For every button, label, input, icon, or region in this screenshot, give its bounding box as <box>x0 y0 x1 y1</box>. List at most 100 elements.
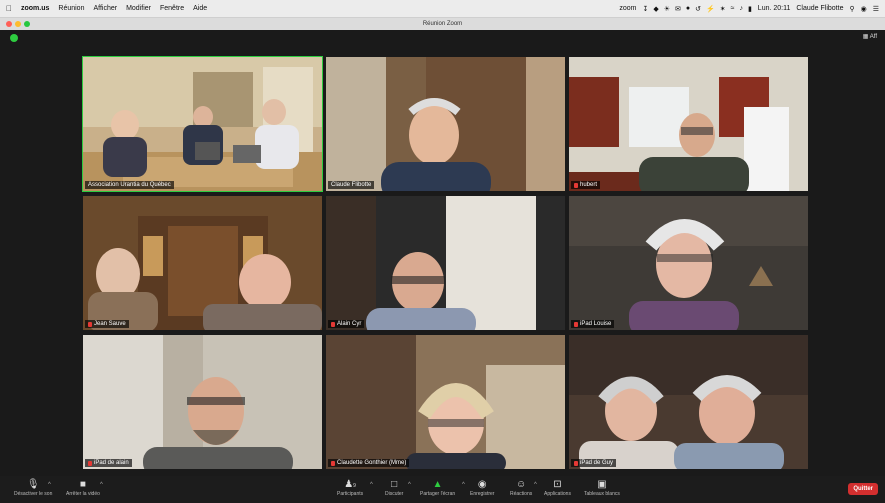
bolt-icon[interactable]: ⚡ <box>706 5 715 13</box>
mute-options-chevron-icon[interactable]: ^ <box>48 482 51 488</box>
chat-button[interactable]: □ Discuter <box>385 479 403 497</box>
security-shield-icon[interactable] <box>10 34 18 42</box>
participant-name: Alain Cyr <box>337 321 362 327</box>
share-screen-button[interactable]: ▲ Partager l'écran <box>420 479 455 497</box>
reactions-options-chevron-icon[interactable]: ^ <box>534 482 537 488</box>
muted-mic-icon <box>88 321 92 327</box>
record-icon: ◉ <box>477 479 487 490</box>
window-title: Réunion Zoom <box>422 21 463 27</box>
history-icon[interactable]: ↺ <box>695 5 701 13</box>
video-feed <box>326 196 565 330</box>
video-feed <box>326 335 565 469</box>
participants-count: 9 <box>353 483 356 489</box>
video-tile[interactable]: iPad de Guy <box>569 335 808 469</box>
record-label: Enregistrer <box>470 491 495 497</box>
menu-bar:  zoom.us Réunion Afficher Modifier Fenê… <box>0 0 885 18</box>
video-tile[interactable]: hubert <box>569 57 808 191</box>
video-feed <box>326 57 565 191</box>
participant-name: iPad de Guy <box>580 460 614 466</box>
participant-name: iPad de alain <box>94 460 129 466</box>
video-feed <box>569 335 808 469</box>
participant-name-tag: Association Urantia du Québec <box>85 181 174 189</box>
chat-options-chevron-icon[interactable]: ^ <box>408 482 411 488</box>
menu-user[interactable]: Claude Flibotte <box>796 5 843 12</box>
menu-item-fenetre[interactable]: Fenêtre <box>160 5 184 12</box>
participant-name-tag: Claudette Gonthier (Mme) <box>328 459 410 467</box>
video-tile[interactable]: Alain Cyr <box>326 196 565 330</box>
record-button[interactable]: ◉ Enregistrer <box>470 479 494 497</box>
bluetooth-icon[interactable]: ✶ <box>720 5 726 13</box>
muted-mic-icon <box>88 460 92 466</box>
muted-mic-icon <box>574 182 578 188</box>
apps-button[interactable]: ⊡ Applications <box>544 479 571 497</box>
participants-options-chevron-icon[interactable]: ^ <box>370 482 373 488</box>
menu-clock[interactable]: Lun. 20:11 <box>758 5 791 12</box>
mail-icon[interactable]: ✉ <box>675 5 681 13</box>
video-feed <box>83 196 322 330</box>
stop-video-button[interactable]: ■ Arrêter la vidéo <box>66 479 100 497</box>
menu-app-name[interactable]: zoom.us <box>21 5 49 12</box>
video-tile[interactable]: iPad Louise <box>569 196 808 330</box>
muted-mic-icon <box>331 321 335 327</box>
video-label: Arrêter la vidéo <box>66 491 100 497</box>
muted-mic-icon <box>331 460 335 466</box>
menu-item-modifier[interactable]: Modifier <box>126 5 151 12</box>
apps-label: Applications <box>544 491 571 497</box>
video-options-chevron-icon[interactable]: ^ <box>100 482 103 488</box>
whiteboard-icon: ▣ <box>597 479 607 490</box>
window-title-bar: Réunion Zoom <box>0 18 885 30</box>
video-tile[interactable]: Jean Sauve <box>83 196 322 330</box>
battery-icon[interactable]: ▮ <box>748 5 752 13</box>
menu-item-aide[interactable]: Aide <box>193 5 207 12</box>
volume-icon[interactable]: ♪ <box>739 5 743 13</box>
reactions-label: Réactions <box>510 491 533 497</box>
microphone-icon: 🎙 <box>26 479 40 490</box>
share-options-chevron-icon[interactable]: ^ <box>462 482 465 488</box>
video-feed <box>83 57 322 191</box>
status-zoom-label[interactable]: zoom <box>619 5 636 12</box>
control-center-icon[interactable]: ☰ <box>873 5 879 13</box>
menu-item-afficher[interactable]: Afficher <box>93 5 117 12</box>
dropbox-icon[interactable]: ◆ <box>653 5 658 13</box>
siri-icon[interactable]: ◉ <box>861 5 867 13</box>
whiteboards-button[interactable]: ▣ Tableaux blancs <box>584 479 620 497</box>
menu-item-reunion[interactable]: Réunion <box>58 5 84 12</box>
video-tile[interactable]: Claude Flibotte <box>326 57 565 191</box>
participant-name: Jean Sauve <box>94 321 126 327</box>
minimize-window-button[interactable] <box>15 21 21 27</box>
mute-button[interactable]: 🎙 Désactiver le son <box>14 479 52 497</box>
participant-name: hubert <box>580 182 598 188</box>
view-toggle-button[interactable]: ▦ Aff <box>863 33 877 40</box>
view-label: Aff <box>869 34 877 40</box>
participant-name: Claudette Gonthier (Mme) <box>337 460 407 466</box>
spotlight-search-icon[interactable]: ⚲ <box>849 5 854 13</box>
video-tile[interactable]: Claudette Gonthier (Mme) <box>326 335 565 469</box>
sun-icon[interactable]: ☀ <box>664 5 670 13</box>
download-icon[interactable]: ↧ <box>642 5 648 13</box>
video-feed <box>83 335 322 469</box>
participant-name-tag: iPad de Guy <box>571 459 617 467</box>
fullscreen-window-button[interactable] <box>24 21 30 27</box>
chat-icon: □ <box>391 479 398 490</box>
close-window-button[interactable] <box>6 21 12 27</box>
whiteboard-label: Tableaux blancs <box>584 491 620 497</box>
video-feed <box>569 57 808 191</box>
video-tile[interactable]: Association Urantia du Québec <box>82 56 323 192</box>
quit-button[interactable]: Quitter <box>848 483 878 495</box>
wifi-icon[interactable]: ≈ <box>731 5 735 13</box>
participant-name: iPad Louise <box>580 321 612 327</box>
participant-name: Claude Flibotte <box>331 182 372 188</box>
participants-button[interactable]: ♟9 Participants <box>337 479 363 497</box>
mute-label: Désactiver le son <box>14 491 53 497</box>
participant-name-tag: hubert <box>571 181 601 189</box>
chat-label: Discuter <box>385 491 404 497</box>
participants-icon: ♟9 <box>344 479 356 490</box>
record-icon[interactable]: ● <box>686 5 690 13</box>
participant-name-tag: iPad de alain <box>85 459 132 467</box>
share-label: Partager l'écran <box>420 491 456 497</box>
video-tile[interactable]: iPad de alain <box>83 335 322 469</box>
apple-icon[interactable]:  <box>6 4 12 13</box>
participant-name: Association Urantia du Québec <box>88 182 171 188</box>
participant-name-tag: Jean Sauve <box>85 320 129 328</box>
reactions-button[interactable]: ☺ Réactions <box>510 479 532 497</box>
